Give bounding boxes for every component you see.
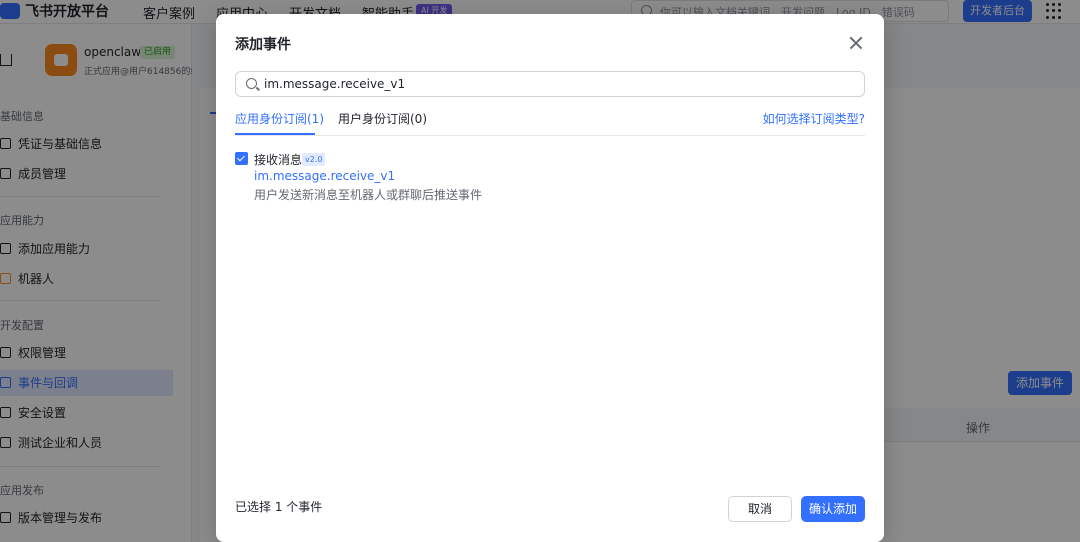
cancel-button[interactable]: 取消 xyxy=(728,496,792,522)
event-checkbox[interactable] xyxy=(235,152,248,165)
add-event-dialog: 添加事件 应用身份订阅(1) 用户身份订阅(0) 如何选择订阅类型? 接收消息 … xyxy=(216,14,884,542)
tab-app-identity[interactable]: 应用身份订阅(1) xyxy=(235,110,324,127)
event-search-input[interactable] xyxy=(264,74,854,94)
selected-count: 已选择 1 个事件 xyxy=(235,500,323,514)
active-tab-indicator xyxy=(235,133,315,135)
search-icon xyxy=(246,78,257,89)
subscription-tabs: 应用身份订阅(1) 用户身份订阅(0) 如何选择订阅类型? xyxy=(235,109,865,136)
event-search-field[interactable] xyxy=(235,71,865,97)
close-icon[interactable] xyxy=(846,33,866,53)
dialog-title: 添加事件 xyxy=(235,37,291,53)
event-name: 接收消息 xyxy=(254,153,303,167)
event-list-item[interactable]: 接收消息 v2.0 im.message.receive_v1 用户发送新消息至… xyxy=(235,151,635,211)
subscription-type-help-link[interactable]: 如何选择订阅类型? xyxy=(763,110,865,127)
version-badge: v2.0 xyxy=(302,153,326,166)
event-description: 用户发送新消息至机器人或群聊后推送事件 xyxy=(254,188,483,202)
tab-user-identity[interactable]: 用户身份订阅(0) xyxy=(338,110,427,127)
event-key: im.message.receive_v1 xyxy=(254,169,396,183)
confirm-add-button[interactable]: 确认添加 xyxy=(801,496,865,522)
